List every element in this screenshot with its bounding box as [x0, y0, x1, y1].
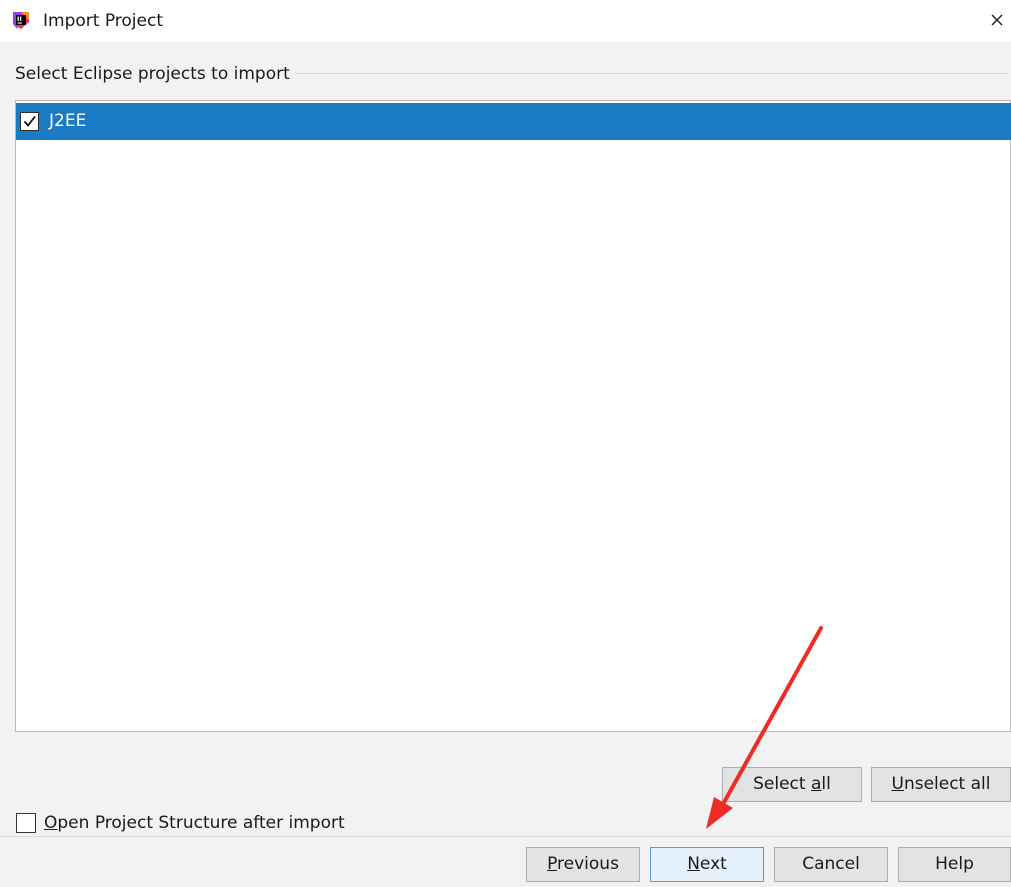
- unselect-all-button[interactable]: Unselect all: [871, 767, 1011, 802]
- section-label: Select Eclipse projects to import: [15, 63, 296, 85]
- previous-mnemonic: P: [547, 854, 558, 874]
- title-bar: Import Project: [0, 0, 1011, 42]
- next-mnemonic: N: [687, 854, 700, 874]
- next-button[interactable]: Next: [650, 847, 764, 882]
- section-divider: [285, 73, 1008, 74]
- select-all-mnemonic: a: [810, 774, 822, 794]
- previous-label-post: revious: [557, 854, 619, 874]
- cancel-button[interactable]: Cancel: [774, 847, 888, 882]
- project-row[interactable]: J2EE: [16, 103, 1011, 140]
- select-all-label-post: ll: [821, 774, 831, 794]
- unselect-all-label-post: nselect all: [903, 774, 991, 794]
- next-label-post: ext: [699, 854, 727, 874]
- close-icon[interactable]: [986, 9, 1008, 31]
- project-list[interactable]: J2EE: [15, 100, 1011, 732]
- cancel-label: Cancel: [802, 854, 860, 874]
- select-all-label-pre: Select: [753, 774, 811, 794]
- option-mnemonic: O: [44, 813, 58, 833]
- project-checkbox[interactable]: [20, 112, 39, 131]
- intellij-idea-icon: [13, 12, 29, 29]
- open-project-structure-label[interactable]: Open Project Structure after import: [44, 812, 345, 834]
- select-all-button[interactable]: Select all: [722, 767, 862, 802]
- previous-button[interactable]: Previous: [526, 847, 640, 882]
- help-label: Help: [935, 854, 974, 874]
- checkmark-icon: [23, 115, 36, 127]
- footer-divider: [0, 836, 1011, 837]
- help-button[interactable]: Help: [898, 847, 1011, 882]
- unselect-all-mnemonic: U: [891, 774, 904, 794]
- project-name: J2EE: [49, 111, 87, 131]
- window-title: Import Project: [43, 11, 163, 31]
- open-project-structure-checkbox[interactable]: [16, 813, 36, 833]
- option-label-post: pen Project Structure after import: [57, 813, 345, 833]
